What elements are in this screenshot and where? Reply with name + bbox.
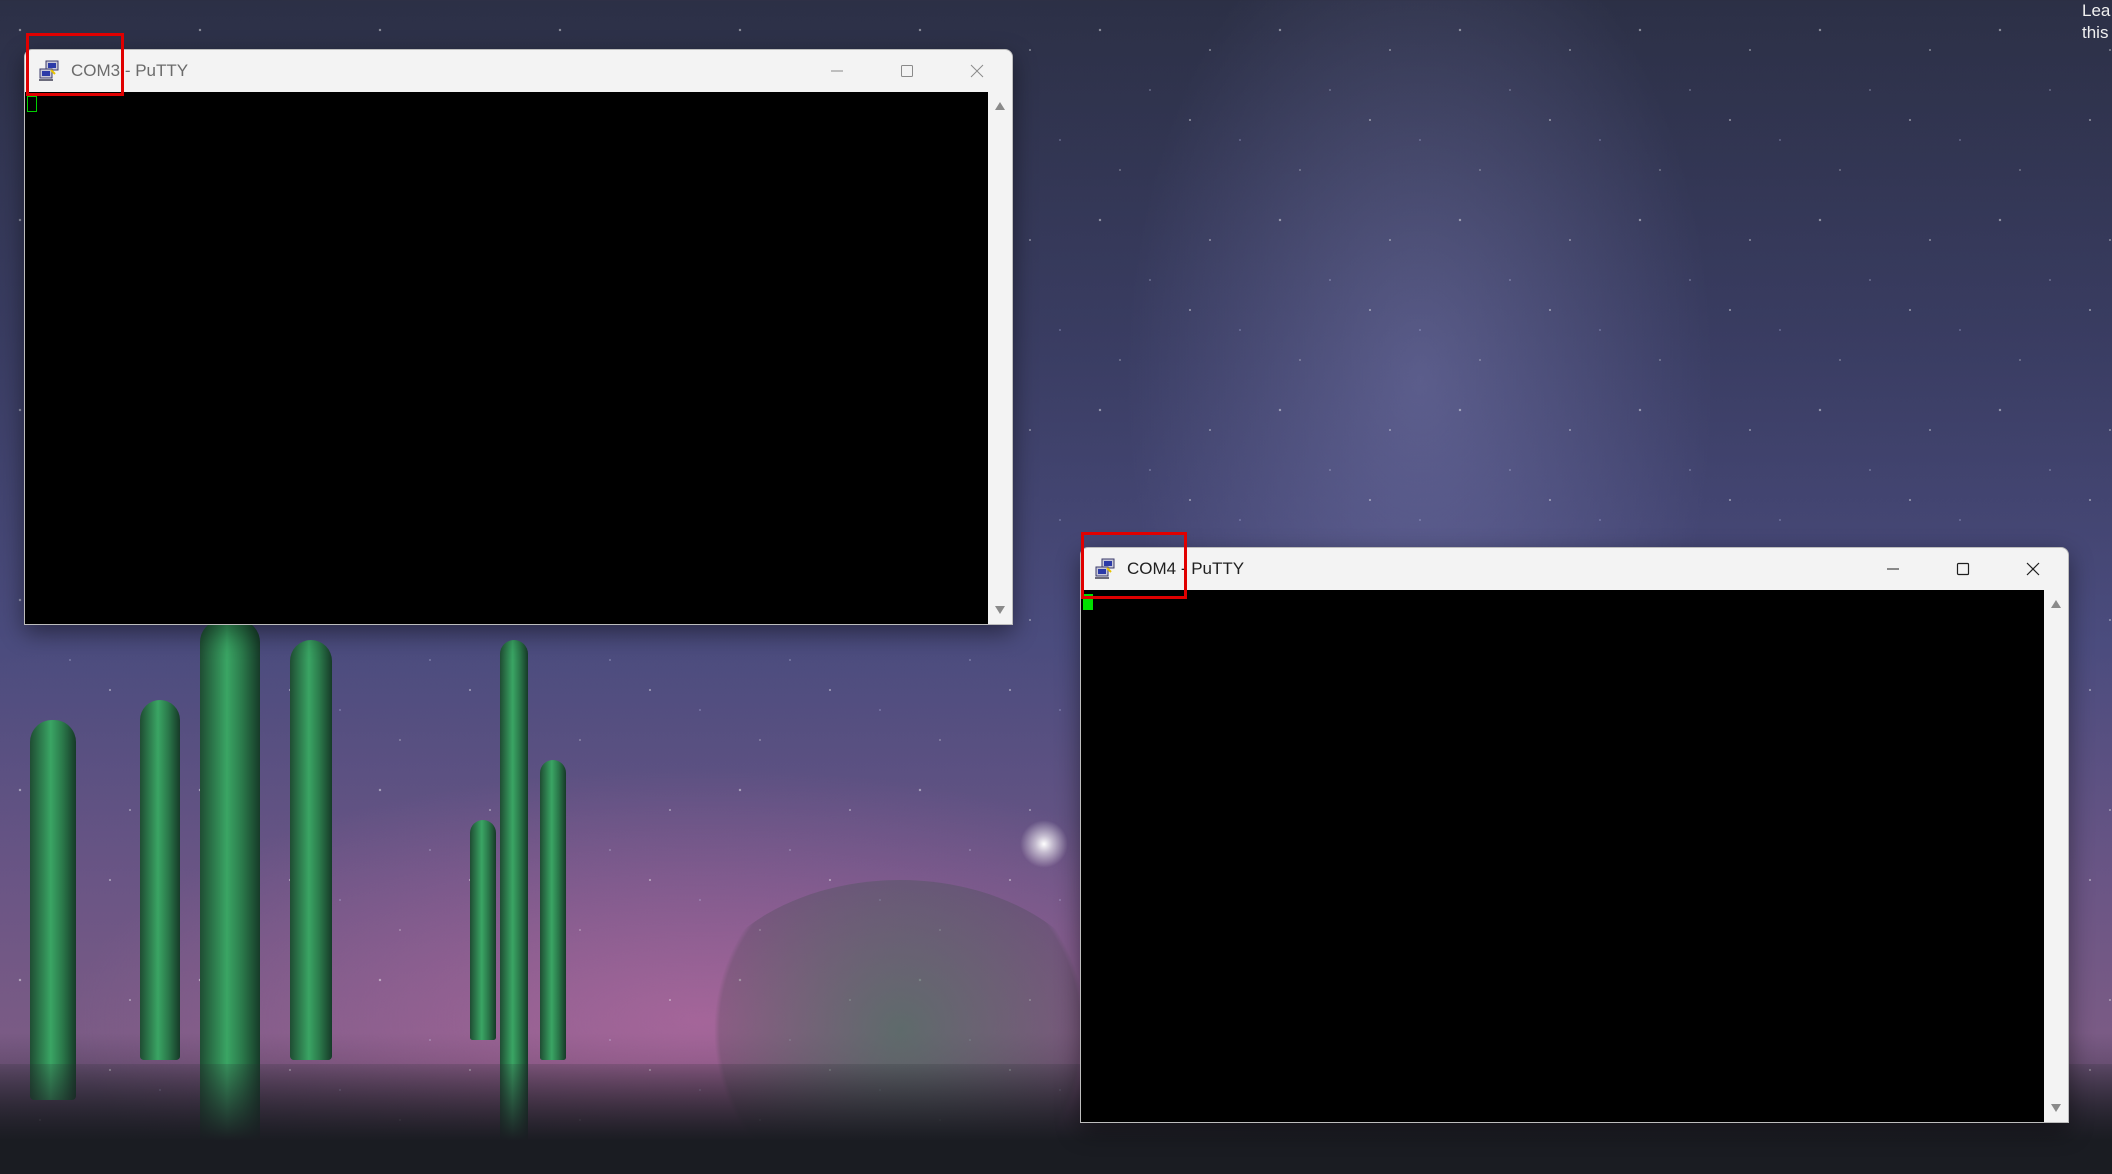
bright-star [1020,820,1068,868]
putty-icon[interactable] [37,59,61,83]
title-bar[interactable]: COM3 - PuTTY [25,50,1012,92]
putty-window-com4[interactable]: COM4 - PuTTY [1080,547,2069,1123]
window-title: COM4 - PuTTY [1127,559,1245,578]
maximize-button[interactable] [1928,548,1998,590]
putty-icon[interactable] [1093,557,1117,581]
putty-window-com3[interactable]: COM3 - PuTTY [24,49,1013,625]
terminal-area[interactable] [1081,590,2044,1122]
minimize-icon [831,70,843,72]
minimize-icon [1887,568,1899,570]
window-controls [1858,548,2068,590]
scroll-down-arrow-icon[interactable] [995,606,1005,614]
vertical-scrollbar[interactable] [2044,590,2068,1122]
close-button[interactable] [942,50,1012,92]
terminal-cursor [27,96,37,112]
close-icon [2026,562,2040,576]
desktop-corner-text: Lea this [2082,0,2112,44]
corner-text-line: this [2082,23,2109,42]
terminal-area[interactable] [25,92,988,624]
scroll-up-arrow-icon[interactable] [995,102,1005,110]
window-controls [802,50,1012,92]
maximize-button[interactable] [872,50,942,92]
minimize-button[interactable] [1858,548,1928,590]
scroll-up-arrow-icon[interactable] [2051,600,2061,608]
maximize-icon [901,65,913,77]
cactus [140,700,180,1060]
cactus [290,640,332,1060]
minimize-button[interactable] [802,50,872,92]
cactus [30,720,76,1100]
close-button[interactable] [1998,548,2068,590]
cactus [470,820,496,1040]
vertical-scrollbar[interactable] [988,92,1012,624]
corner-text-line: Lea [2082,1,2111,20]
close-icon [970,64,984,78]
terminal-cursor [1083,594,1093,610]
maximize-icon [1956,562,1970,576]
window-title: COM3 - PuTTY [71,61,189,80]
scroll-down-arrow-icon[interactable] [2051,1104,2061,1112]
title-bar[interactable]: COM4 - PuTTY [1081,548,2068,590]
cactus [540,760,566,1060]
